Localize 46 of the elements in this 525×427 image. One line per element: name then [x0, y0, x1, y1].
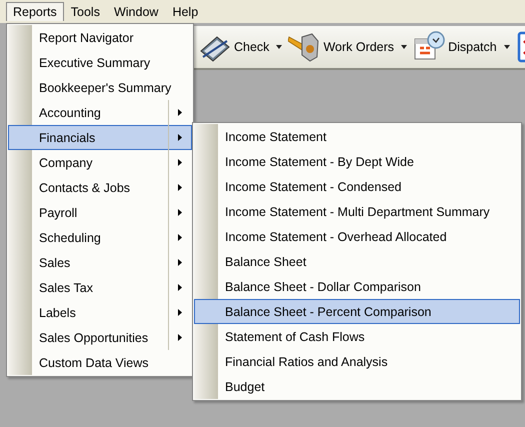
toolbar-button[interactable]: Check	[197, 31, 284, 63]
submenu-arrow-icon	[178, 309, 182, 316]
submenu-arrow-icon	[178, 109, 182, 116]
toolbar-button[interactable]: Dispatch	[411, 31, 512, 63]
menu-item[interactable]: Report Navigator	[8, 25, 192, 50]
menu-item[interactable]: Income Statement - Condensed	[194, 174, 520, 199]
menu-item[interactable]: Custom Data Views	[8, 350, 192, 375]
menu-item[interactable]: Sales	[8, 250, 192, 275]
menu-item[interactable]: Financial Ratios and Analysis	[194, 349, 520, 374]
menu-item[interactable]: Income Statement - By Dept Wide	[194, 149, 520, 174]
menu-item[interactable]: Sales Tax	[8, 275, 192, 300]
menu-item[interactable]: Statement of Cash Flows	[194, 324, 520, 349]
submenu-arrow-icon	[178, 209, 182, 216]
menu-item[interactable]: Income Statement	[194, 124, 520, 149]
dropdown-arrow-icon	[401, 45, 408, 49]
menu-title[interactable]: Help	[165, 2, 206, 22]
menu-item[interactable]: Scheduling	[8, 225, 192, 250]
menu-title[interactable]: Reports	[6, 2, 64, 21]
hammer-icon	[288, 31, 320, 63]
submenu-arrow-icon	[178, 184, 182, 191]
menu-item[interactable]: Balance Sheet - Dollar Comparison	[194, 274, 520, 299]
menu-item[interactable]: Executive Summary	[8, 50, 192, 75]
menu-item[interactable]: Accounting	[8, 100, 192, 125]
submenu-arrow-icon	[178, 234, 182, 241]
menu-item[interactable]: Income Statement - Overhead Allocated	[194, 224, 520, 249]
menu-item[interactable]: Balance Sheet - Percent Comparison	[194, 299, 520, 324]
submenu-arrow-icon	[178, 159, 182, 166]
submenu-arrow-icon	[178, 134, 182, 141]
menu-title[interactable]: Tools	[64, 2, 107, 22]
menu-title[interactable]: Window	[106, 2, 166, 22]
menu-item[interactable]: Contacts & Jobs	[8, 175, 192, 200]
toolbar-button[interactable]: Work Orders	[286, 31, 410, 63]
submenu-arrow-icon	[178, 284, 182, 291]
submenu-arrow-icon	[178, 334, 182, 341]
menu-item[interactable]: Payroll	[8, 200, 192, 225]
menu-item[interactable]: Balance Sheet	[194, 249, 520, 274]
dropdown-arrow-icon	[504, 45, 510, 49]
menu-item[interactable]: Labels	[8, 300, 192, 325]
menu-item[interactable]: Financials	[8, 125, 192, 150]
submenu-arrow-icon	[178, 259, 182, 266]
dropdown-arrow-icon	[276, 45, 282, 49]
menu-item[interactable]: Bookkeeper's Summary	[8, 75, 192, 100]
menu-item[interactable]: Company	[8, 150, 192, 175]
menu-item[interactable]: Sales Opportunities	[8, 325, 192, 350]
menu-item[interactable]: Budget	[194, 374, 520, 399]
menu-item[interactable]: Income Statement - Multi Department Summary	[194, 199, 520, 224]
